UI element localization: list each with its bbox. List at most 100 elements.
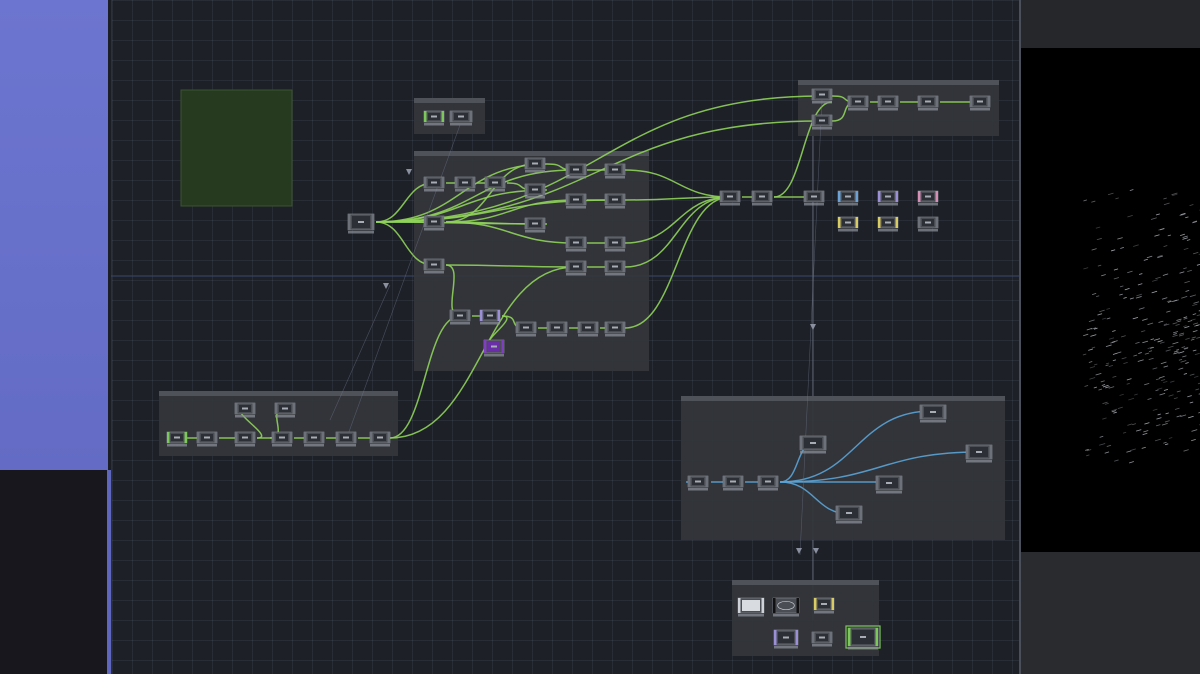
operator-node[interactable] xyxy=(484,176,506,192)
node-label-strip xyxy=(836,521,862,524)
operator-node[interactable] xyxy=(687,475,709,491)
node-label-strip xyxy=(424,123,444,126)
operator-node[interactable] xyxy=(347,213,375,234)
operator-node[interactable] xyxy=(837,190,859,206)
node-label-strip xyxy=(688,488,708,491)
operator-node[interactable] xyxy=(877,95,899,111)
node-label-strip xyxy=(525,196,545,199)
node-label-strip xyxy=(812,127,832,130)
operator-node[interactable] xyxy=(757,475,779,491)
operator-node[interactable] xyxy=(917,216,939,232)
operator-node[interactable] xyxy=(847,95,869,111)
node-label-strip xyxy=(336,444,356,447)
operator-node[interactable] xyxy=(546,321,568,337)
operator-node[interactable] xyxy=(449,110,473,126)
operator-node[interactable] xyxy=(811,88,833,104)
operator-node[interactable] xyxy=(423,258,445,274)
annotation-note[interactable] xyxy=(180,89,293,207)
operator-node[interactable] xyxy=(803,190,825,206)
operator-node[interactable] xyxy=(524,217,546,233)
operator-node[interactable] xyxy=(234,402,256,418)
node-label-strip xyxy=(348,231,374,234)
node-label-strip xyxy=(235,415,255,418)
node-label-strip xyxy=(812,644,832,647)
operator-node[interactable] xyxy=(837,216,859,232)
node-label-strip xyxy=(720,203,740,206)
operator-node[interactable] xyxy=(604,163,626,179)
node-label-strip xyxy=(455,189,475,192)
operator-node[interactable] xyxy=(577,321,599,337)
node-label-strip xyxy=(605,273,625,276)
operator-node[interactable] xyxy=(604,321,626,337)
node-label-strip xyxy=(547,334,567,337)
operator-node[interactable] xyxy=(811,114,833,130)
operator-node[interactable] xyxy=(196,431,218,447)
node-label-strip xyxy=(566,249,586,252)
node-label-strip xyxy=(485,189,505,192)
operator-node[interactable] xyxy=(166,431,188,447)
operator-node[interactable] xyxy=(565,163,587,179)
operator-node[interactable] xyxy=(303,431,325,447)
operator-node[interactable] xyxy=(845,625,881,650)
operator-node[interactable] xyxy=(454,176,476,192)
operator-node[interactable] xyxy=(811,631,833,647)
operator-node[interactable] xyxy=(234,431,256,447)
node-label-strip xyxy=(758,488,778,491)
operator-node[interactable] xyxy=(813,597,835,614)
node-label-strip xyxy=(578,334,598,337)
operator-node[interactable] xyxy=(722,475,744,491)
node-label-strip xyxy=(774,646,798,649)
node-label-strip xyxy=(197,444,217,447)
operator-node[interactable] xyxy=(877,216,899,232)
operator-node[interactable] xyxy=(565,193,587,209)
node-label-strip xyxy=(480,322,500,325)
node-label-strip xyxy=(605,176,625,179)
node-label-strip xyxy=(878,229,898,232)
node-label-strip xyxy=(773,614,799,617)
operator-node[interactable] xyxy=(719,190,741,206)
operator-node[interactable] xyxy=(877,190,899,206)
operator-node[interactable] xyxy=(274,402,296,418)
node-label-strip xyxy=(876,491,902,494)
operator-node[interactable] xyxy=(479,309,501,325)
operator-node[interactable] xyxy=(515,321,537,337)
node-label-strip xyxy=(918,229,938,232)
node-label-strip xyxy=(566,273,586,276)
node-label-strip xyxy=(752,203,772,206)
operator-node[interactable] xyxy=(271,431,293,447)
operator-node[interactable] xyxy=(565,260,587,276)
operator-node[interactable] xyxy=(423,215,445,231)
operator-node[interactable] xyxy=(449,309,471,325)
operator-node[interactable] xyxy=(751,190,773,206)
node-label-strip xyxy=(878,203,898,206)
node-label-strip xyxy=(918,203,938,206)
operator-node[interactable] xyxy=(917,95,939,111)
operator-node[interactable] xyxy=(423,176,445,192)
node-label-strip xyxy=(525,170,545,173)
operator-node[interactable] xyxy=(335,431,357,447)
operator-node[interactable] xyxy=(604,260,626,276)
node-label-strip xyxy=(235,444,255,447)
operator-node[interactable] xyxy=(524,157,546,173)
node-label-strip xyxy=(370,444,390,447)
operator-node[interactable] xyxy=(483,339,505,357)
node-label-strip xyxy=(878,108,898,111)
node-label-strip xyxy=(605,334,625,337)
operator-node[interactable] xyxy=(369,431,391,447)
node-label-strip xyxy=(738,614,764,617)
arrow-marker xyxy=(796,548,802,554)
operator-node[interactable] xyxy=(604,193,626,209)
node-label-strip xyxy=(304,444,324,447)
arrow-marker xyxy=(383,283,389,289)
operator-node[interactable] xyxy=(423,110,445,126)
operator-node[interactable] xyxy=(524,183,546,199)
node-label-strip xyxy=(566,176,586,179)
node-label-strip xyxy=(525,230,545,233)
operator-node[interactable] xyxy=(917,190,939,206)
operator-node[interactable] xyxy=(565,236,587,252)
operator-node[interactable] xyxy=(969,95,991,111)
operator-node[interactable] xyxy=(604,236,626,252)
arrow-marker xyxy=(813,548,819,554)
node-label-strip xyxy=(424,189,444,192)
node-label-strip xyxy=(605,206,625,209)
